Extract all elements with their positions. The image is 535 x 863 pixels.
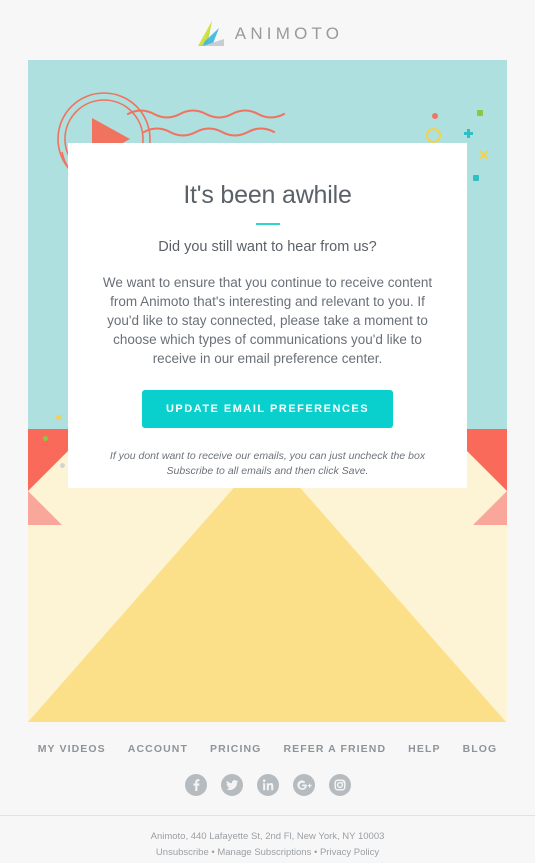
facebook-glyph (192, 779, 200, 791)
footer-divider (0, 815, 535, 816)
facebook-icon[interactable] (184, 774, 207, 796)
confetti-green-dot-left (43, 436, 48, 441)
confetti-yellow-dot-left (56, 415, 61, 420)
envelope-bottom-triangle (28, 450, 506, 722)
confetti-coral-dot (432, 113, 438, 119)
brand-wordmark: ANIMOTO (234, 24, 344, 43)
legal-links: Unsubscribe • Manage Subscriptions • Pri… (0, 845, 535, 861)
manage-subscriptions-link[interactable]: Manage Subscriptions (217, 847, 311, 858)
company-address: Animoto, 440 Lafayette St, 2nd Fl, New Y… (150, 831, 385, 842)
email-header: ANIMOTO (0, 0, 535, 68)
email-footer: MY VIDEOS ACCOUNT PRICING REFER A FRIEND… (0, 722, 535, 861)
linkedin-glyph (262, 779, 273, 791)
envelope-flap-right-shadow (473, 491, 507, 525)
confetti-green-square (477, 110, 483, 116)
cta-row: UPDATE EMAIL PREFERENCES (98, 390, 437, 428)
twitter-icon[interactable] (220, 774, 243, 796)
subtitle: Did you still want to hear from us? (158, 239, 377, 255)
title-divider (255, 223, 280, 225)
footer-nav: MY VIDEOS ACCOUNT PRICING REFER A FRIEND… (0, 743, 535, 755)
privacy-policy-link[interactable]: Privacy Policy (320, 847, 379, 858)
page-title: It's been awhile (183, 181, 352, 209)
footer-link-refer-a-friend[interactable]: REFER A FRIEND (283, 743, 386, 755)
instagram-glyph (333, 779, 346, 791)
footer-link-help[interactable]: HELP (408, 743, 440, 755)
footer-link-pricing[interactable]: PRICING (210, 743, 261, 755)
confetti-teal-plus (464, 129, 473, 138)
confetti-gray-dot-left (60, 463, 65, 468)
body-copy: We want to ensure that you continue to r… (102, 275, 433, 366)
twitter-glyph (225, 780, 238, 791)
social-links (0, 774, 535, 796)
googleplus-icon[interactable] (292, 774, 315, 796)
confetti-teal-square (473, 175, 479, 181)
brand-logo[interactable]: ANIMOTO (192, 20, 343, 48)
footer-link-account[interactable]: ACCOUNT (128, 743, 188, 755)
footer-link-my-videos[interactable]: MY VIDEOS (38, 743, 106, 755)
update-email-preferences-button[interactable]: UPDATE EMAIL PREFERENCES (141, 390, 394, 428)
envelope-flap-left-shadow (28, 491, 62, 525)
email-body: ANIMOTO ✕ It's been awhile Did you still… (0, 0, 535, 863)
hero-panel: ✕ It's been awhile Did you still want to… (28, 60, 507, 722)
instagram-icon[interactable] (328, 774, 351, 796)
message-card: It's been awhile Did you still want to h… (68, 143, 467, 488)
unsubscribe-link[interactable]: Unsubscribe (156, 847, 209, 858)
legal-sep-2: • (311, 847, 320, 858)
linkedin-icon[interactable] (256, 774, 279, 796)
message-card-inner: It's been awhile Did you still want to h… (68, 143, 467, 479)
animoto-triangle-logo-icon (197, 21, 224, 46)
fineprint-note: If you dont want to receive our emails, … (109, 450, 426, 477)
footer-link-blog[interactable]: BLOG (463, 743, 498, 755)
confetti-yellow-ring (426, 128, 441, 143)
googleplus-glyph (296, 780, 312, 790)
confetti-yellow-x: ✕ (478, 147, 490, 163)
